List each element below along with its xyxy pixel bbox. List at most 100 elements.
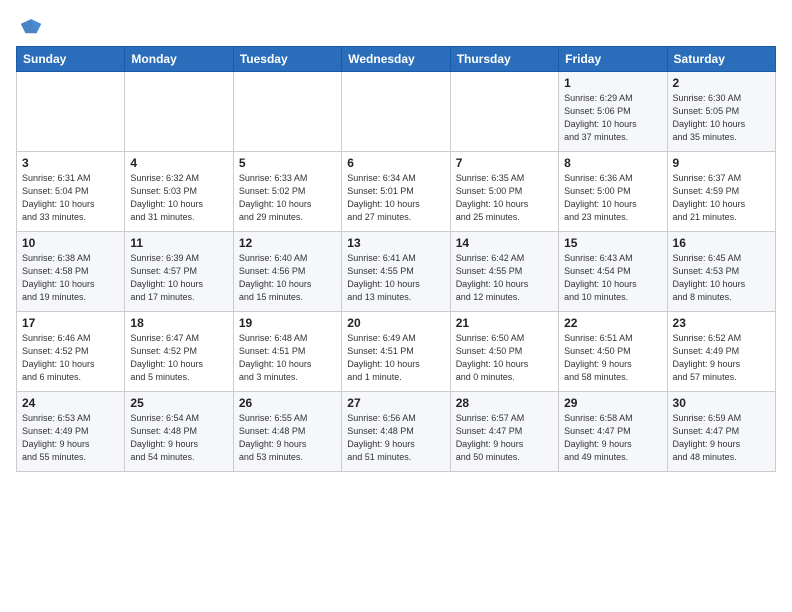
day-info: Sunrise: 6:52 AM Sunset: 4:49 PM Dayligh… [673, 332, 770, 384]
calendar-cell: 14 Sunrise: 6:42 AM Sunset: 4:55 PM Dayli… [450, 232, 558, 312]
calendar-table: SundayMondayTuesdayWednesdayThursdayFrid… [16, 46, 776, 472]
week-row-5: 24 Sunrise: 6:53 AM Sunset: 4:49 PM Dayli… [17, 392, 776, 472]
day-number: 27 [347, 396, 444, 410]
calendar-cell: 1Sunrise: 6:29 AM Sunset: 5:06 PM Daylig… [559, 72, 667, 152]
day-info: Sunrise: 6:48 AM Sunset: 4:51 PM Dayligh… [239, 332, 336, 384]
calendar-cell: 21 Sunrise: 6:50 AM Sunset: 4:50 PM Dayli… [450, 312, 558, 392]
calendar-cell: 3 Sunrise: 6:31 AM Sunset: 5:04 PM Daylig… [17, 152, 125, 232]
calendar-cell: 2 Sunrise: 6:30 AM Sunset: 5:05 PM Daylig… [667, 72, 775, 152]
weekday-header-row: SundayMondayTuesdayWednesdayThursdayFrid… [17, 47, 776, 72]
day-info: Sunrise: 6:38 AM Sunset: 4:58 PM Dayligh… [22, 252, 119, 304]
week-row-1: 1Sunrise: 6:29 AM Sunset: 5:06 PM Daylig… [17, 72, 776, 152]
calendar-cell: 22 Sunrise: 6:51 AM Sunset: 4:50 PM Dayli… [559, 312, 667, 392]
calendar-cell: 15 Sunrise: 6:43 AM Sunset: 4:54 PM Dayli… [559, 232, 667, 312]
calendar-cell: 8Sunrise: 6:36 AM Sunset: 5:00 PM Daylig… [559, 152, 667, 232]
calendar-cell: 9 Sunrise: 6:37 AM Sunset: 4:59 PM Daylig… [667, 152, 775, 232]
day-info: Sunrise: 6:41 AM Sunset: 4:55 PM Dayligh… [347, 252, 444, 304]
header [16, 16, 776, 38]
day-number: 12 [239, 236, 336, 250]
day-info: Sunrise: 6:32 AM Sunset: 5:03 PM Dayligh… [130, 172, 227, 224]
calendar-cell: 11 Sunrise: 6:39 AM Sunset: 4:57 PM Dayli… [125, 232, 233, 312]
calendar-cell: 24 Sunrise: 6:53 AM Sunset: 4:49 PM Dayli… [17, 392, 125, 472]
calendar-cell: 4 Sunrise: 6:32 AM Sunset: 5:03 PM Daylig… [125, 152, 233, 232]
day-number: 17 [22, 316, 119, 330]
logo [16, 16, 44, 38]
day-info: Sunrise: 6:31 AM Sunset: 5:04 PM Dayligh… [22, 172, 119, 224]
day-number: 8 [564, 156, 661, 170]
day-number: 23 [673, 316, 770, 330]
logo-icon [18, 16, 44, 38]
calendar-cell: 10 Sunrise: 6:38 AM Sunset: 4:58 PM Dayli… [17, 232, 125, 312]
calendar-cell: 26 Sunrise: 6:55 AM Sunset: 4:48 PM Dayli… [233, 392, 341, 472]
day-info: Sunrise: 6:42 AM Sunset: 4:55 PM Dayligh… [456, 252, 553, 304]
calendar-cell: 7Sunrise: 6:35 AM Sunset: 5:00 PM Daylig… [450, 152, 558, 232]
calendar-cell: 20 Sunrise: 6:49 AM Sunset: 4:51 PM Dayli… [342, 312, 450, 392]
day-info: Sunrise: 6:59 AM Sunset: 4:47 PM Dayligh… [673, 412, 770, 464]
day-info: Sunrise: 6:57 AM Sunset: 4:47 PM Dayligh… [456, 412, 553, 464]
weekday-header-saturday: Saturday [667, 47, 775, 72]
day-number: 5 [239, 156, 336, 170]
calendar-cell [342, 72, 450, 152]
week-row-3: 10 Sunrise: 6:38 AM Sunset: 4:58 PM Dayli… [17, 232, 776, 312]
calendar-cell: 12Sunrise: 6:40 AM Sunset: 4:56 PM Dayli… [233, 232, 341, 312]
calendar-cell [450, 72, 558, 152]
day-number: 14 [456, 236, 553, 250]
day-info: Sunrise: 6:55 AM Sunset: 4:48 PM Dayligh… [239, 412, 336, 464]
day-info: Sunrise: 6:54 AM Sunset: 4:48 PM Dayligh… [130, 412, 227, 464]
calendar-cell: 28 Sunrise: 6:57 AM Sunset: 4:47 PM Dayli… [450, 392, 558, 472]
day-info: Sunrise: 6:51 AM Sunset: 4:50 PM Dayligh… [564, 332, 661, 384]
calendar-cell: 30Sunrise: 6:59 AM Sunset: 4:47 PM Dayli… [667, 392, 775, 472]
day-info: Sunrise: 6:37 AM Sunset: 4:59 PM Dayligh… [673, 172, 770, 224]
weekday-header-monday: Monday [125, 47, 233, 72]
calendar-cell: 6 Sunrise: 6:34 AM Sunset: 5:01 PM Daylig… [342, 152, 450, 232]
day-number: 10 [22, 236, 119, 250]
weekday-header-sunday: Sunday [17, 47, 125, 72]
day-number: 16 [673, 236, 770, 250]
day-number: 22 [564, 316, 661, 330]
day-info: Sunrise: 6:47 AM Sunset: 4:52 PM Dayligh… [130, 332, 227, 384]
calendar-cell: 5 Sunrise: 6:33 AM Sunset: 5:02 PM Daylig… [233, 152, 341, 232]
calendar-cell: 23 Sunrise: 6:52 AM Sunset: 4:49 PM Dayli… [667, 312, 775, 392]
calendar-cell: 17 Sunrise: 6:46 AM Sunset: 4:52 PM Dayli… [17, 312, 125, 392]
weekday-header-tuesday: Tuesday [233, 47, 341, 72]
calendar-page: SundayMondayTuesdayWednesdayThursdayFrid… [0, 0, 792, 612]
day-number: 11 [130, 236, 227, 250]
day-info: Sunrise: 6:34 AM Sunset: 5:01 PM Dayligh… [347, 172, 444, 224]
day-number: 24 [22, 396, 119, 410]
day-number: 6 [347, 156, 444, 170]
day-number: 20 [347, 316, 444, 330]
calendar-cell: 16 Sunrise: 6:45 AM Sunset: 4:53 PM Dayli… [667, 232, 775, 312]
day-info: Sunrise: 6:39 AM Sunset: 4:57 PM Dayligh… [130, 252, 227, 304]
day-info: Sunrise: 6:43 AM Sunset: 4:54 PM Dayligh… [564, 252, 661, 304]
day-number: 7 [456, 156, 553, 170]
day-number: 18 [130, 316, 227, 330]
day-number: 28 [456, 396, 553, 410]
calendar-cell: 29Sunrise: 6:58 AM Sunset: 4:47 PM Dayli… [559, 392, 667, 472]
calendar-cell: 18 Sunrise: 6:47 AM Sunset: 4:52 PM Dayli… [125, 312, 233, 392]
weekday-header-wednesday: Wednesday [342, 47, 450, 72]
day-info: Sunrise: 6:58 AM Sunset: 4:47 PM Dayligh… [564, 412, 661, 464]
calendar-cell [17, 72, 125, 152]
day-info: Sunrise: 6:56 AM Sunset: 4:48 PM Dayligh… [347, 412, 444, 464]
day-info: Sunrise: 6:29 AM Sunset: 5:06 PM Dayligh… [564, 92, 661, 144]
day-number: 9 [673, 156, 770, 170]
day-info: Sunrise: 6:50 AM Sunset: 4:50 PM Dayligh… [456, 332, 553, 384]
day-info: Sunrise: 6:45 AM Sunset: 4:53 PM Dayligh… [673, 252, 770, 304]
day-info: Sunrise: 6:30 AM Sunset: 5:05 PM Dayligh… [673, 92, 770, 144]
day-info: Sunrise: 6:33 AM Sunset: 5:02 PM Dayligh… [239, 172, 336, 224]
calendar-cell: 19 Sunrise: 6:48 AM Sunset: 4:51 PM Dayli… [233, 312, 341, 392]
day-number: 25 [130, 396, 227, 410]
day-number: 26 [239, 396, 336, 410]
day-info: Sunrise: 6:46 AM Sunset: 4:52 PM Dayligh… [22, 332, 119, 384]
week-row-4: 17 Sunrise: 6:46 AM Sunset: 4:52 PM Dayli… [17, 312, 776, 392]
calendar-cell: 27 Sunrise: 6:56 AM Sunset: 4:48 PM Dayli… [342, 392, 450, 472]
day-info: Sunrise: 6:49 AM Sunset: 4:51 PM Dayligh… [347, 332, 444, 384]
day-number: 15 [564, 236, 661, 250]
day-number: 2 [673, 76, 770, 90]
day-info: Sunrise: 6:53 AM Sunset: 4:49 PM Dayligh… [22, 412, 119, 464]
day-number: 4 [130, 156, 227, 170]
day-number: 21 [456, 316, 553, 330]
day-number: 3 [22, 156, 119, 170]
weekday-header-thursday: Thursday [450, 47, 558, 72]
day-number: 19 [239, 316, 336, 330]
